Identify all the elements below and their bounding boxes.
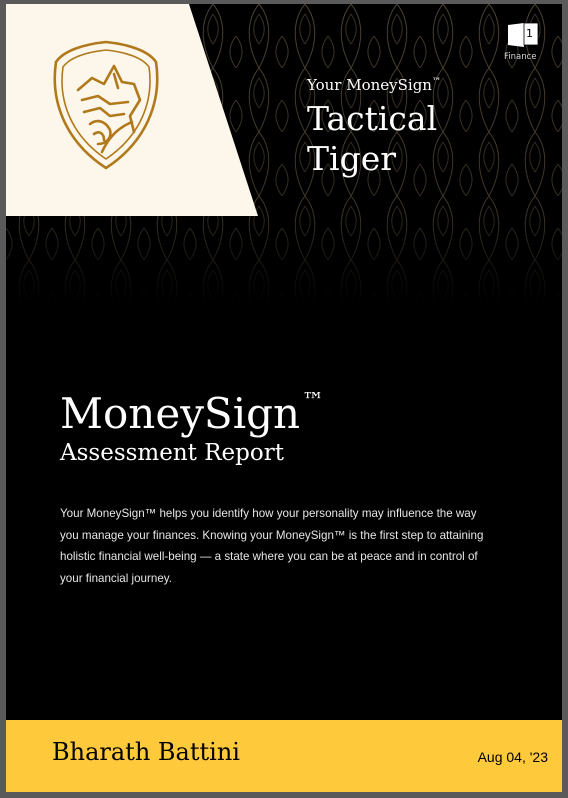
one-finance-logo: 1 Finance	[504, 21, 544, 65]
brand-name: Finance	[504, 52, 537, 62]
report-cover: 1 Finance Your MoneySign™ Tactical Tiger…	[6, 4, 562, 792]
report-description: Your MoneySign™ helps you identify how y…	[60, 507, 484, 585]
client-name: Bharath Battini	[52, 738, 240, 766]
logo-panel	[6, 4, 258, 216]
brand-number: 1	[526, 27, 533, 40]
footer-bar: Bharath Battini Aug 04, '23	[6, 720, 562, 792]
report-date: Aug 04, '23	[477, 749, 548, 765]
persona-line-1: Tactical	[307, 99, 438, 138]
one-finance-logo-icon	[508, 22, 539, 47]
persona-line-2: Tiger	[307, 139, 396, 178]
title-trademark: ™	[302, 389, 325, 414]
report-title: MoneySign™	[60, 376, 324, 440]
moneysign-label: Your MoneySign™	[307, 76, 441, 94]
moneysign-label-text: Your MoneySign	[307, 76, 432, 94]
report-subtitle: Assessment Report	[60, 440, 284, 466]
trademark-symbol: ™	[431, 77, 441, 87]
report-title-text: MoneySign	[60, 389, 301, 438]
persona-name: Tactical Tiger	[307, 99, 547, 179]
